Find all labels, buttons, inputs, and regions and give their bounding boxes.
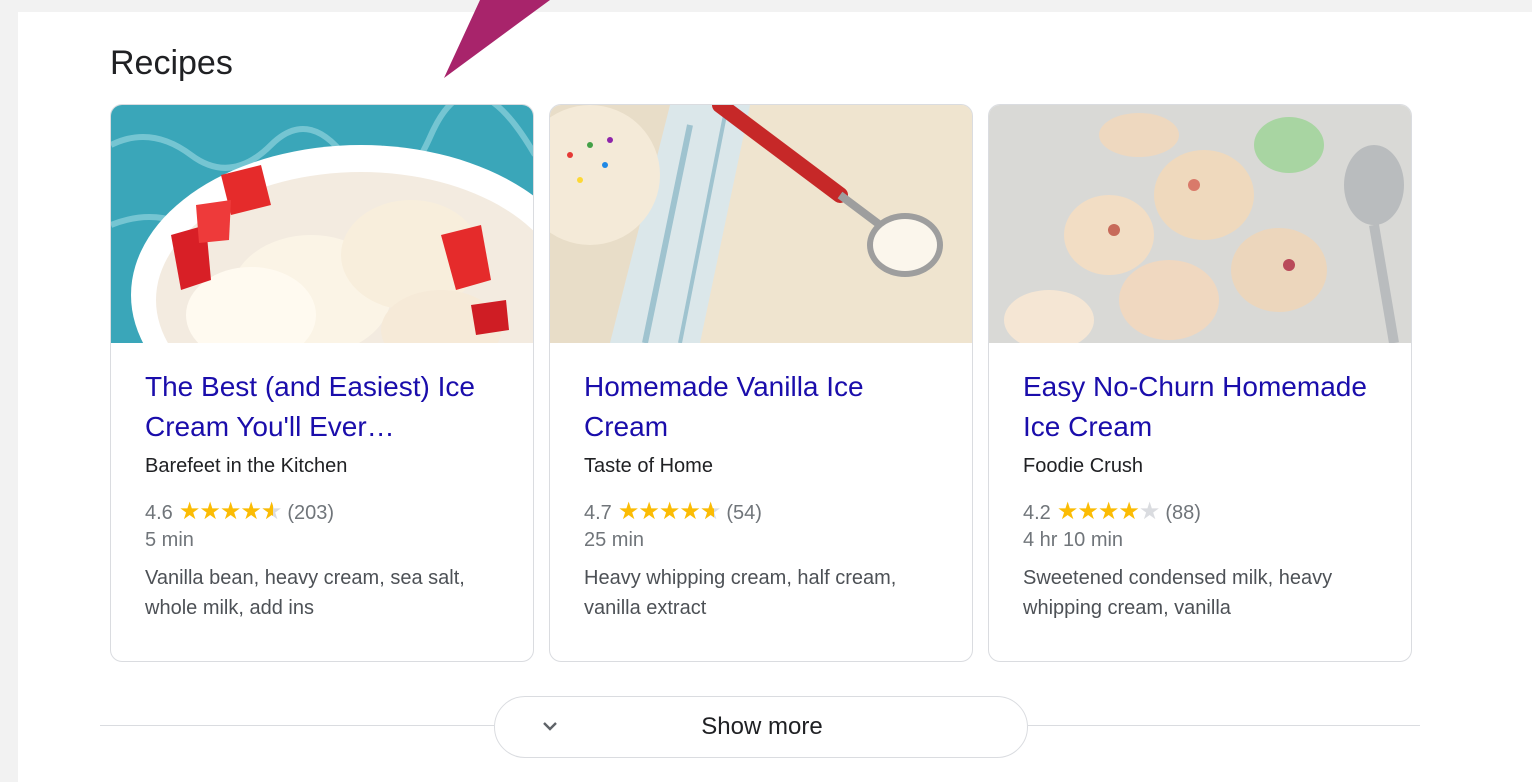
ingredients: Sweetened condensed milk, heavy whipping… bbox=[1023, 567, 1333, 619]
ingredients: Heavy whipping cream, half cream, vanill… bbox=[584, 567, 897, 619]
rating-row: 4.6★★★★★★(203) bbox=[145, 497, 334, 526]
show-more-button[interactable]: Show more bbox=[494, 696, 1028, 758]
divider-right bbox=[1028, 725, 1420, 726]
cook-time: 4 hr 10 min bbox=[1023, 529, 1124, 551]
star-rating-icon: ★★★★★★ bbox=[617, 498, 722, 525]
rating-row: 4.7★★★★★★(54) bbox=[584, 497, 762, 526]
review-count: (203) bbox=[287, 502, 335, 524]
review-count: (54) bbox=[726, 502, 762, 524]
recipe-title-link[interactable]: The Best (and Easiest) Ice Cream You'll … bbox=[145, 367, 505, 447]
cook-time: 5 min bbox=[145, 529, 194, 551]
recipe-source: Foodie Crush bbox=[1023, 455, 1144, 477]
star-rating-icon: ★★★★★ bbox=[1056, 498, 1161, 525]
recipe-card[interactable]: Homemade Vanilla Ice Cream Taste of Home… bbox=[549, 104, 973, 662]
show-more-label: Show more bbox=[701, 713, 823, 740]
recipe-image[interactable] bbox=[989, 105, 1412, 343]
rating-row: 4.2 ★★★★★ (88) bbox=[1023, 497, 1201, 526]
search-results-panel: Recipes The Best (and Easiest) Ice Cream… bbox=[18, 12, 1532, 782]
recipe-title-link[interactable]: Easy No-Churn Homemade Ice Cream bbox=[1023, 367, 1383, 447]
recipe-source: Taste of Home bbox=[584, 455, 713, 477]
recipe-source: Barefeet in the Kitchen bbox=[145, 455, 348, 477]
cook-time: 25 min bbox=[584, 529, 645, 551]
recipe-image[interactable] bbox=[111, 105, 534, 343]
recipe-card[interactable]: The Best (and Easiest) Ice Cream You'll … bbox=[110, 104, 534, 662]
review-count: (88) bbox=[1165, 502, 1201, 524]
star-rating-icon: ★★★★★★ bbox=[178, 498, 283, 525]
divider-left bbox=[100, 725, 494, 726]
recipe-card[interactable]: Easy No-Churn Homemade Ice Cream Foodie … bbox=[988, 104, 1412, 662]
rating-value: 4.2 bbox=[1023, 502, 1051, 524]
section-title: Recipes bbox=[110, 44, 233, 82]
rating-value: 4.6 bbox=[145, 502, 173, 524]
rating-value: 4.7 bbox=[584, 502, 612, 524]
ingredients: Vanilla bean, heavy cream, sea salt, who… bbox=[145, 567, 465, 619]
recipe-image[interactable] bbox=[550, 105, 973, 343]
recipe-title-link[interactable]: Homemade Vanilla Ice Cream bbox=[584, 367, 944, 447]
